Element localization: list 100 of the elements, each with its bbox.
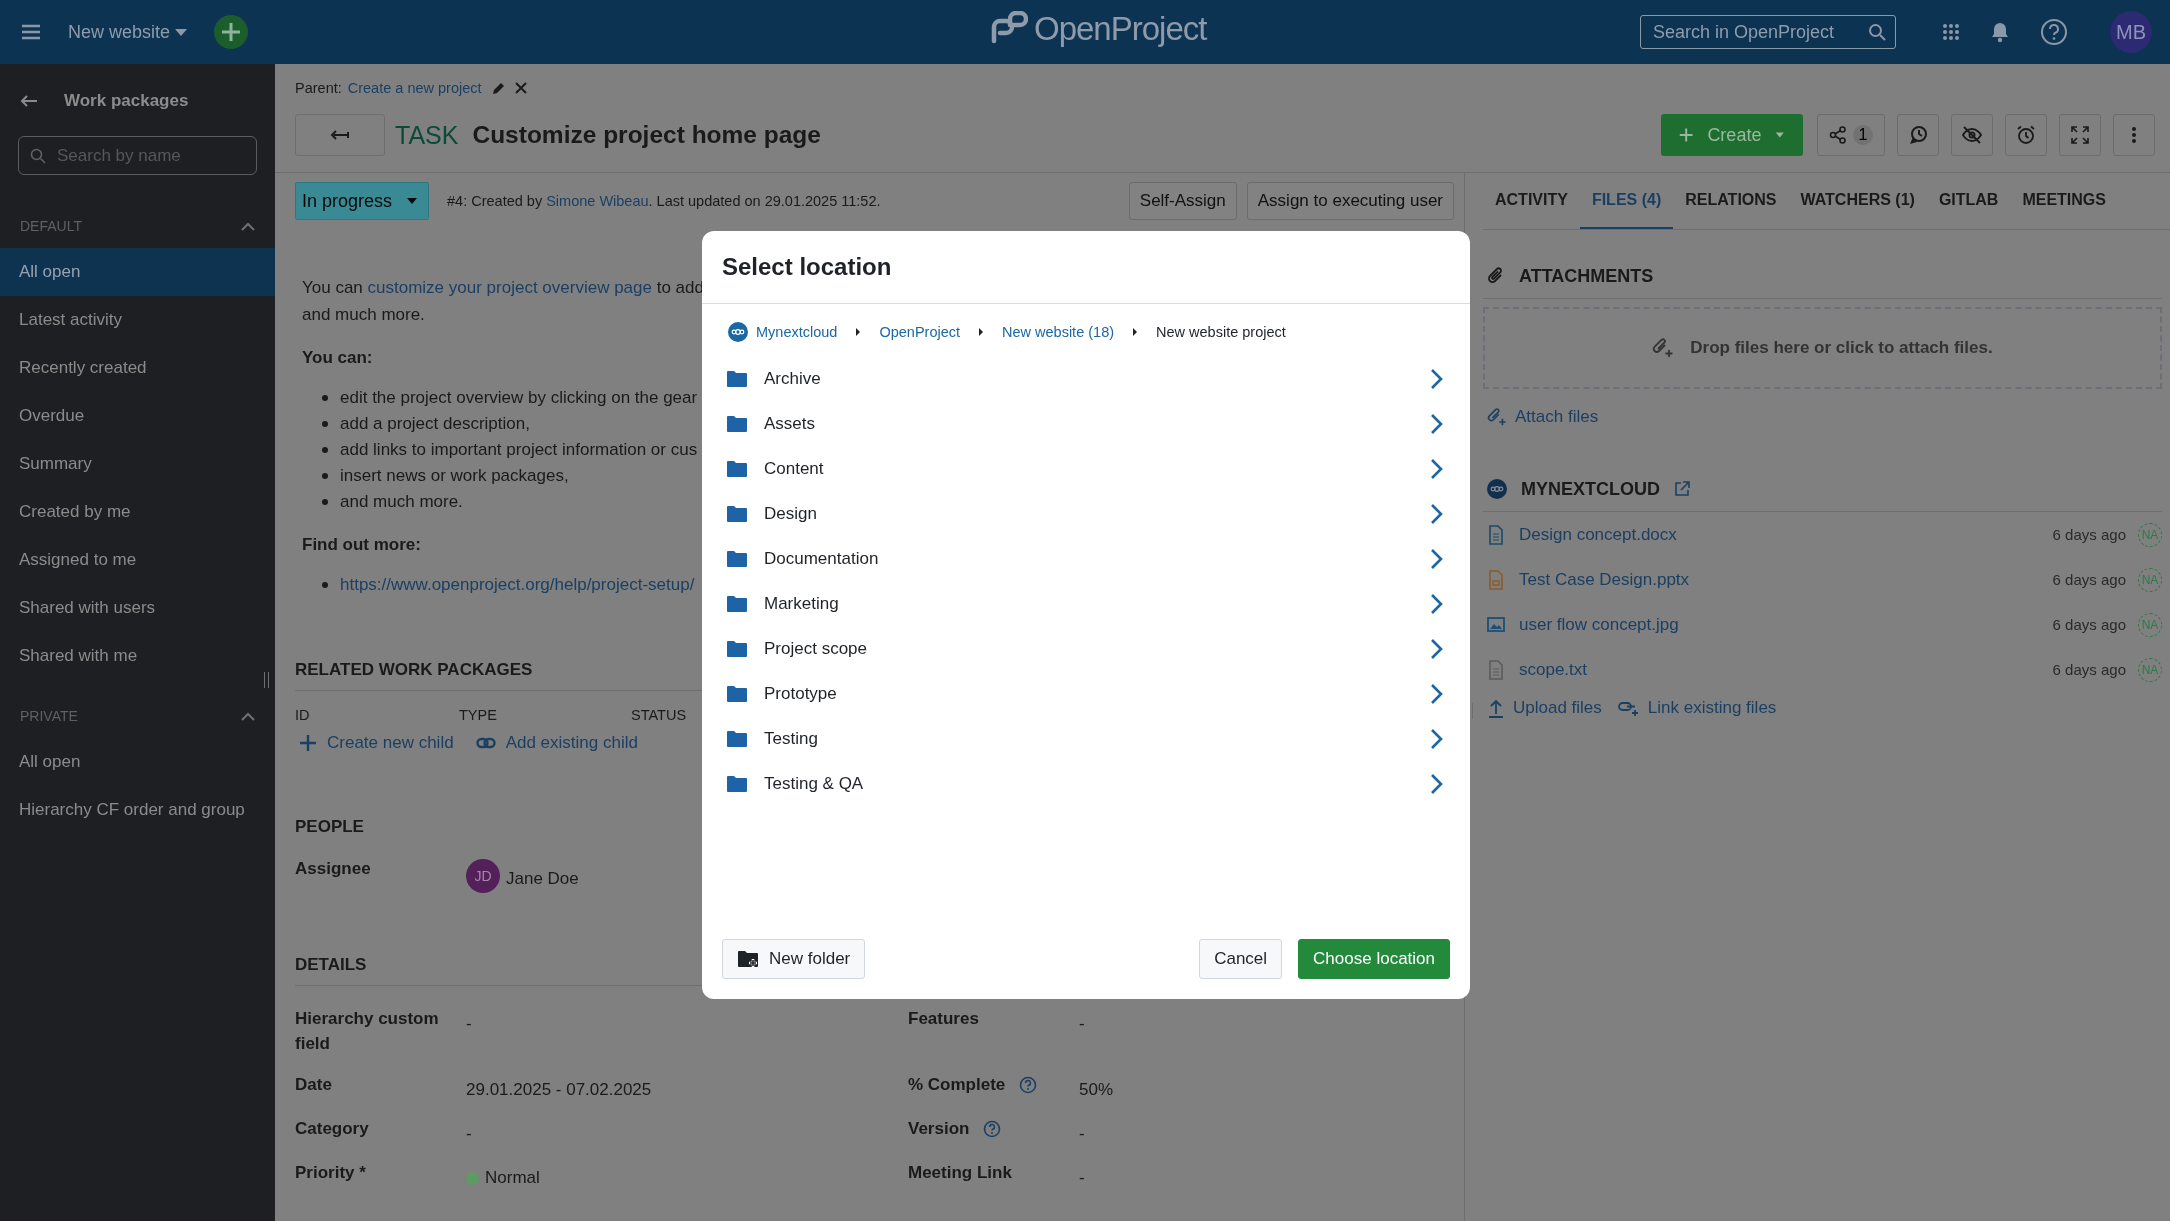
file-link[interactable]: Test Case Design.pptx [1519,569,2053,590]
help-icon[interactable] [2040,18,2068,46]
create-button[interactable]: Create [1661,114,1803,156]
field-value[interactable]: - [1079,1168,1085,1188]
folder-plus-icon [737,950,759,968]
field-value[interactable]: 50% [1079,1080,1114,1100]
help-icon[interactable] [983,1119,1002,1138]
status-dropdown[interactable]: In progress [295,182,430,220]
folder-row[interactable]: Assets [726,401,1444,446]
chevron-right-icon[interactable] [1430,502,1444,525]
chevron-right-icon[interactable] [1430,457,1444,480]
search-field[interactable]: Search by name [18,136,257,175]
reminder-button[interactable] [2005,114,2047,156]
assign-button[interactable]: Self-Assign [1128,182,1237,220]
tab[interactable]: WATCHERS (1) [1788,173,1927,229]
author-link[interactable]: Simone Wibeau [546,193,649,209]
folder-row[interactable]: Archive [726,356,1444,401]
bell-icon[interactable] [1990,21,2010,43]
user-avatar[interactable]: MB [2110,11,2152,53]
history-button[interactable] [1897,114,1939,156]
field-value[interactable]: - [466,1014,472,1034]
sidebar-item[interactable]: Latest activity [0,296,275,344]
search-icon[interactable] [1868,23,1886,41]
tab[interactable]: FILES (4) [1579,173,1674,229]
upload-files-link[interactable]: Upload files [1487,698,1602,718]
search-field[interactable]: Search in OpenProject [1640,15,1896,49]
chevron-right-icon[interactable] [1430,682,1444,705]
chevron-right-icon[interactable] [1430,412,1444,435]
sidebar-item[interactable]: Assigned to me [0,536,275,584]
more-button[interactable] [2113,114,2155,156]
add-child-link[interactable]: Add existing child [471,733,638,753]
folder-row[interactable]: Marketing [726,581,1444,626]
breadcrumb-separator-icon [978,328,984,336]
folder-row[interactable]: Design [726,491,1444,536]
sidebar-item[interactable]: All open [0,248,275,296]
breadcrumb-link[interactable]: New website (18) [1002,324,1115,340]
new-folder-button[interactable]: New folder [722,939,866,979]
share-button[interactable]: 1 [1817,114,1885,156]
sidebar-item[interactable]: Created by me [0,488,275,536]
sidebar-item[interactable]: Hierarchy CF order and group [0,786,275,834]
collapse-icon[interactable] [241,711,255,721]
folder-row[interactable]: Documentation [726,536,1444,581]
logo[interactable]: OpenProject [990,10,1207,48]
breadcrumb-link[interactable]: OpenProject [879,324,960,340]
breadcrumb-link[interactable]: Mynextcloud [756,324,838,340]
field-value[interactable]: Normal [485,1168,540,1188]
chevron-right-icon[interactable] [1430,592,1444,615]
folder-row[interactable]: Content [726,446,1444,491]
chevron-right-icon[interactable] [1430,367,1444,390]
file-link[interactable]: Design concept.docx [1519,524,2053,545]
tab[interactable]: MEETINGS [2010,173,2118,229]
folder-row[interactable]: Testing [726,716,1444,761]
sidebar-item[interactable]: Overdue [0,392,275,440]
drop-zone[interactable]: Drop files here or click to attach files. [1483,307,2162,389]
sidebar-item[interactable]: Summary [0,440,275,488]
sidebar-item[interactable]: Shared with me [0,632,275,680]
project-selector[interactable]: New website [64,17,193,47]
sidebar-item[interactable]: All open [0,738,275,786]
link-files-link[interactable]: Link existing files [1617,698,1777,718]
unwatch-button[interactable] [1951,114,1993,156]
back-arrow-icon[interactable] [20,94,38,108]
pencil-icon[interactable] [491,81,505,95]
field-value[interactable]: - [1079,1014,1085,1034]
sidebar-item[interactable]: Recently created [0,344,275,392]
parent-link[interactable]: Create a new project [347,80,482,96]
apps-grid-icon[interactable] [1942,23,1960,41]
close-icon[interactable] [514,82,527,94]
attach-files-link[interactable]: Attach files [1483,407,2162,427]
folder-icon [726,774,748,793]
folder-name: Archive [764,368,822,389]
tab[interactable]: ACTIVITY [1483,173,1580,229]
fullscreen-button[interactable] [2059,114,2101,156]
folder-row[interactable]: Project scope [726,626,1444,671]
chevron-right-icon[interactable] [1430,637,1444,660]
external-link-icon[interactable] [1674,481,1690,497]
file-link[interactable]: scope.txt [1519,659,2053,680]
folder-row[interactable]: Prototype [726,671,1444,716]
file-link[interactable]: user flow concept.jpg [1519,614,2053,635]
cancel-button[interactable]: Cancel [1199,939,1283,979]
sidebar-item[interactable]: Shared with users [0,584,275,632]
overview-link[interactable]: customize your project overview page [367,278,652,297]
create-child-link[interactable]: Create new child [295,733,454,753]
help-icon[interactable] [1019,1075,1038,1094]
chevron-right-icon[interactable] [1430,547,1444,570]
field-value[interactable]: - [1079,1124,1085,1144]
add-icon[interactable] [214,15,249,49]
help-link[interactable]: https://www.openproject.org/help/project-setup/ [340,575,695,595]
field-value[interactable]: - [466,1124,472,1144]
field-value[interactable]: Jane Doe [506,869,579,889]
folder-row[interactable]: Testing & QA [726,761,1444,806]
choose-location-button[interactable]: Choose location [1298,939,1450,979]
collapse-icon[interactable] [241,221,255,231]
resize-handle[interactable] [264,672,269,688]
field-value[interactable]: 29.01.2025 - 07.02.2025 [466,1080,652,1100]
tab[interactable]: RELATIONS [1673,173,1789,229]
assign-button[interactable]: Assign to executing user [1246,182,1454,220]
tab[interactable]: GITLAB [1926,173,2011,229]
menu-icon[interactable] [20,23,42,41]
chevron-right-icon[interactable] [1430,772,1444,795]
chevron-right-icon[interactable] [1430,727,1444,750]
